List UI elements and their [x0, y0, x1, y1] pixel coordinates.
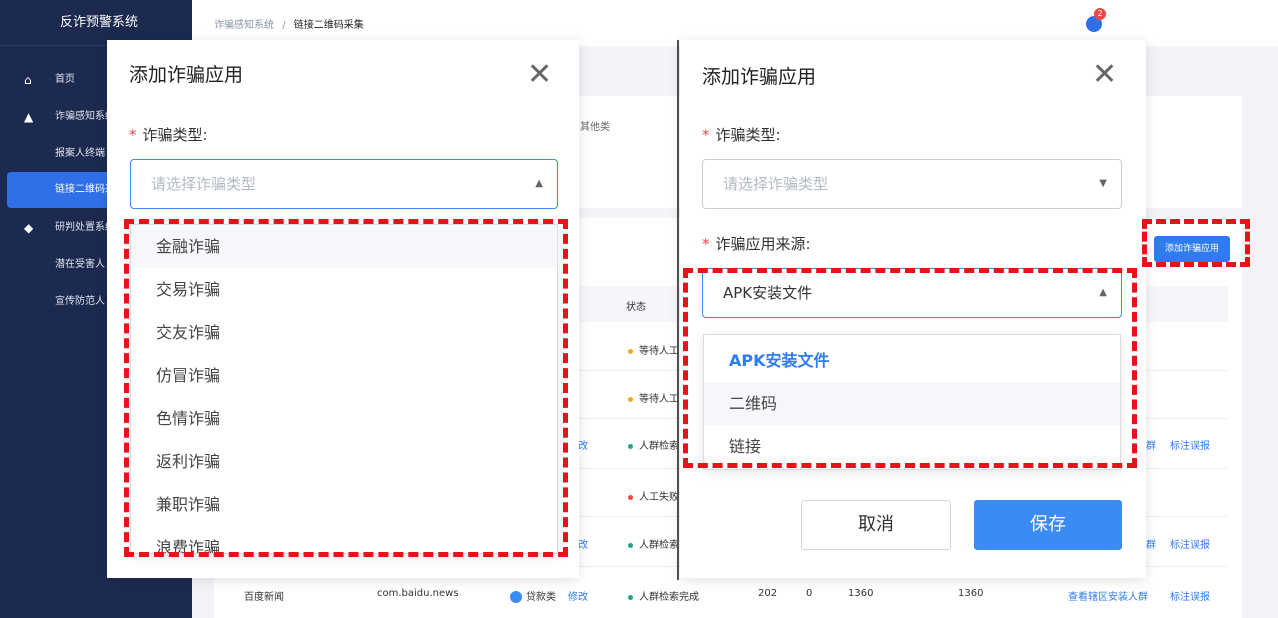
nav-item-label: 报案人终端: [55, 148, 105, 159]
close-icon[interactable]: ✕: [527, 60, 552, 90]
category-icon: [510, 591, 522, 603]
row-package: com.baidu.news: [377, 588, 459, 599]
caret-up-icon: ▲: [535, 178, 543, 189]
dialog-title: 添加诈骗应用: [129, 64, 244, 86]
row-view-link[interactable]: 查看辖区安装人群: [1068, 588, 1148, 603]
row-count-1: 1360: [848, 588, 874, 599]
row-status: 等待人工: [628, 342, 679, 357]
breadcrumb: 诈骗感知系统 / 链接二维码采集: [214, 16, 364, 31]
tab-other[interactable]: 其他类: [580, 118, 610, 133]
home-icon: ⌂: [24, 73, 32, 87]
row-category: 贷款类: [510, 588, 556, 603]
fraud-type-placeholder: 请选择诈骗类型: [151, 175, 257, 193]
row-count-2: 1360: [958, 588, 984, 599]
nav-item-label: 潜在受害人: [55, 259, 105, 270]
comparison-divider: [677, 40, 679, 580]
row-status: 人群检索: [628, 536, 679, 551]
row-status: 人工失败: [628, 488, 679, 503]
status-dot-icon: [628, 443, 633, 449]
close-icon[interactable]: ✕: [1092, 60, 1117, 90]
row-view-link[interactable]: 群: [1146, 437, 1156, 452]
row-date-tail: 0: [806, 588, 813, 599]
status-dot-icon: [628, 542, 633, 548]
notification-badge: 2: [1094, 8, 1106, 20]
nav-item-label: 首页: [55, 74, 75, 85]
highlight-box-add-button: [1142, 219, 1250, 267]
nav-item-label: 宣传防范人: [55, 296, 105, 307]
row-date: 202: [758, 588, 778, 599]
row-edit-link[interactable]: 改: [578, 437, 588, 452]
nav-item-label: 诈骗感知系统: [55, 111, 115, 122]
breadcrumb-separator: /: [282, 20, 286, 31]
caret-down-icon: ▼: [1099, 178, 1107, 189]
status-dot-icon: [628, 594, 633, 600]
row-app-name: 百度新闻: [244, 592, 284, 603]
fraud-type-select[interactable]: 请选择诈骗类型 ▲: [130, 159, 558, 209]
graduate-icon: ◆: [24, 221, 34, 235]
highlight-box-fraud-types: [124, 219, 568, 557]
row-view-link[interactable]: 群: [1146, 536, 1156, 551]
status-dot-icon: [628, 494, 633, 500]
save-button[interactable]: 保存: [974, 500, 1122, 550]
dialog-title: 添加诈骗应用: [702, 66, 817, 88]
row-status: 人群检索: [628, 437, 679, 452]
row-edit-link[interactable]: 改: [578, 536, 588, 551]
row-status: 人群检索完成: [628, 588, 699, 603]
row-edit-link[interactable]: 修改: [568, 588, 588, 603]
nav-item-label: 研判处置系统: [55, 222, 115, 233]
row-mark-link[interactable]: 标注误报: [1170, 536, 1210, 551]
row-mark-link[interactable]: 标注误报: [1170, 588, 1210, 603]
table-header-status: 状态: [626, 302, 646, 313]
row-mark-link[interactable]: 标注误报: [1170, 437, 1210, 452]
app-source-label: * 诈骗应用来源:: [702, 235, 811, 253]
fraud-type-label: * 诈骗类型:: [702, 126, 781, 144]
cancel-button[interactable]: 取消: [801, 500, 951, 550]
fraud-type-select[interactable]: 请选择诈骗类型 ▼: [702, 159, 1122, 209]
fraud-type-label: * 诈骗类型:: [129, 126, 208, 144]
status-dot-icon: [628, 396, 633, 402]
breadcrumb-parent[interactable]: 诈骗感知系统: [214, 20, 274, 31]
fraud-type-placeholder: 请选择诈骗类型: [723, 175, 829, 193]
breadcrumb-current: 链接二维码采集: [293, 20, 364, 31]
status-dot-icon: [628, 348, 633, 354]
row-status: 等待人工: [628, 390, 679, 405]
highlight-box-app-source: [683, 268, 1137, 468]
system-icon: ▲: [24, 110, 34, 124]
